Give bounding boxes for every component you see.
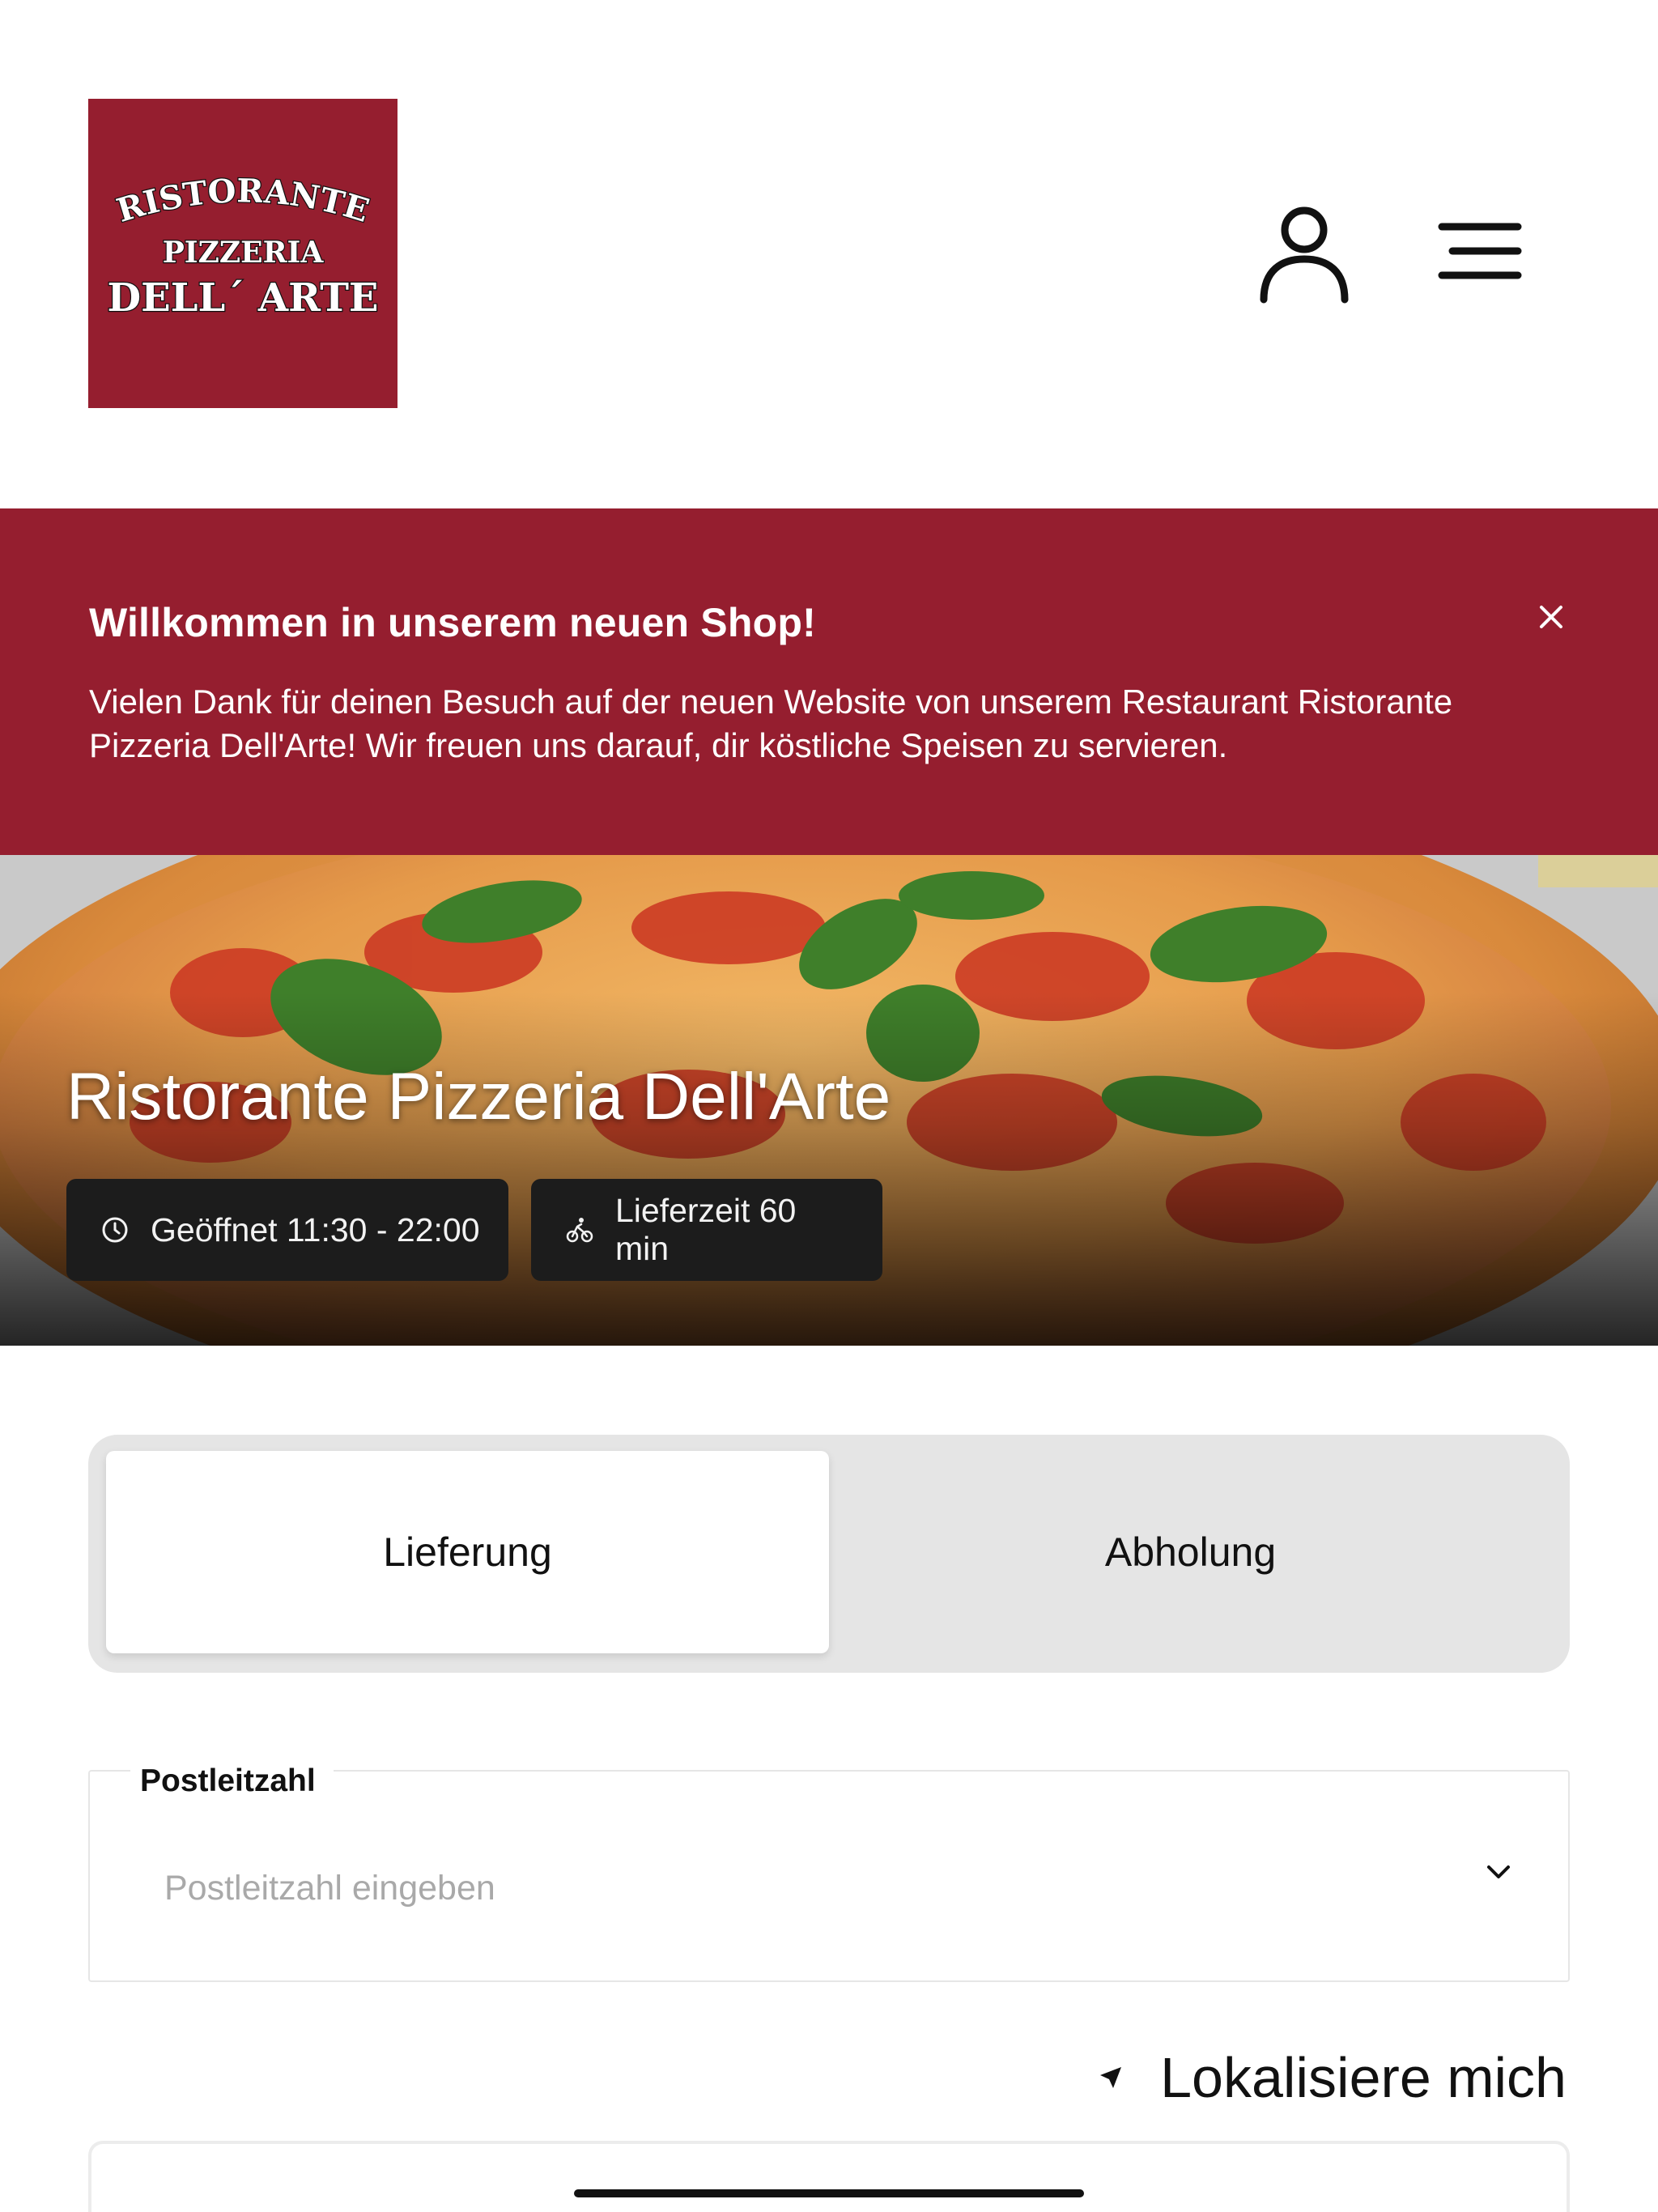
pickup-option[interactable]: Abholung xyxy=(829,1451,1552,1653)
account-button[interactable] xyxy=(1257,202,1351,304)
user-icon xyxy=(1260,206,1349,304)
clock-icon xyxy=(102,1217,128,1243)
delivery-time-chip: Lieferzeit 60 min xyxy=(531,1179,882,1281)
restaurant-logo[interactable]: RISTORANTE PIZZERIA DELL´ ARTE xyxy=(88,99,397,408)
site-header: RISTORANTE PIZZERIA DELL´ ARTE xyxy=(0,0,1658,508)
logo-line-1: RISTORANTE xyxy=(112,171,375,231)
logo-artwork: RISTORANTE PIZZERIA DELL´ ARTE xyxy=(106,171,380,321)
welcome-banner: Willkommen in unserem neuen Shop! Vielen… xyxy=(0,508,1658,855)
location-arrow-icon xyxy=(1100,2067,1122,2088)
next-section-card xyxy=(88,2141,1570,2212)
locate-me-label: Lokalisiere mich xyxy=(1160,2046,1567,2109)
postal-code-dropdown-button[interactable] xyxy=(1479,1853,1518,1891)
home-indicator[interactable] xyxy=(574,2189,1084,2197)
restaurant-name: Ristorante Pizzeria Dell'Arte xyxy=(66,1060,891,1134)
hero-section: Ristorante Pizzeria Dell'Arte Geöffnet 1… xyxy=(0,855,1658,1346)
postal-code-field: Postleitzahl xyxy=(88,1763,1570,1982)
chevron-down-icon xyxy=(1487,1865,1510,1878)
delivery-option[interactable]: Lieferung xyxy=(106,1451,829,1653)
svg-text:RISTORANTE: RISTORANTE xyxy=(113,172,373,230)
order-mode-toggle: Lieferung Abholung xyxy=(88,1435,1570,1673)
opening-hours-text: Geöffnet 11:30 - 22:00 xyxy=(151,1210,480,1249)
delivery-time-text: Lieferzeit 60 min xyxy=(615,1192,797,1267)
menu-button[interactable] xyxy=(1438,220,1522,282)
locate-me-button[interactable]: Lokalisiere mich xyxy=(1097,2045,1567,2110)
banner-close-button[interactable] xyxy=(1528,594,1574,640)
postal-code-label: Postleitzahl xyxy=(130,1763,334,1799)
close-icon xyxy=(1540,606,1562,628)
opening-hours-chip: Geöffnet 11:30 - 22:00 xyxy=(66,1179,508,1281)
postal-code-input[interactable] xyxy=(164,1869,1379,1908)
bicycle-icon xyxy=(566,1218,593,1243)
logo-line-2: PIZZERIA xyxy=(163,236,325,270)
logo-line-3: DELL´ ARTE xyxy=(107,275,378,321)
hamburger-menu-icon xyxy=(1438,223,1522,279)
banner-title: Willkommen in unserem neuen Shop! xyxy=(89,600,816,645)
banner-message: Vielen Dank für deinen Besuch auf der ne… xyxy=(89,683,1453,764)
